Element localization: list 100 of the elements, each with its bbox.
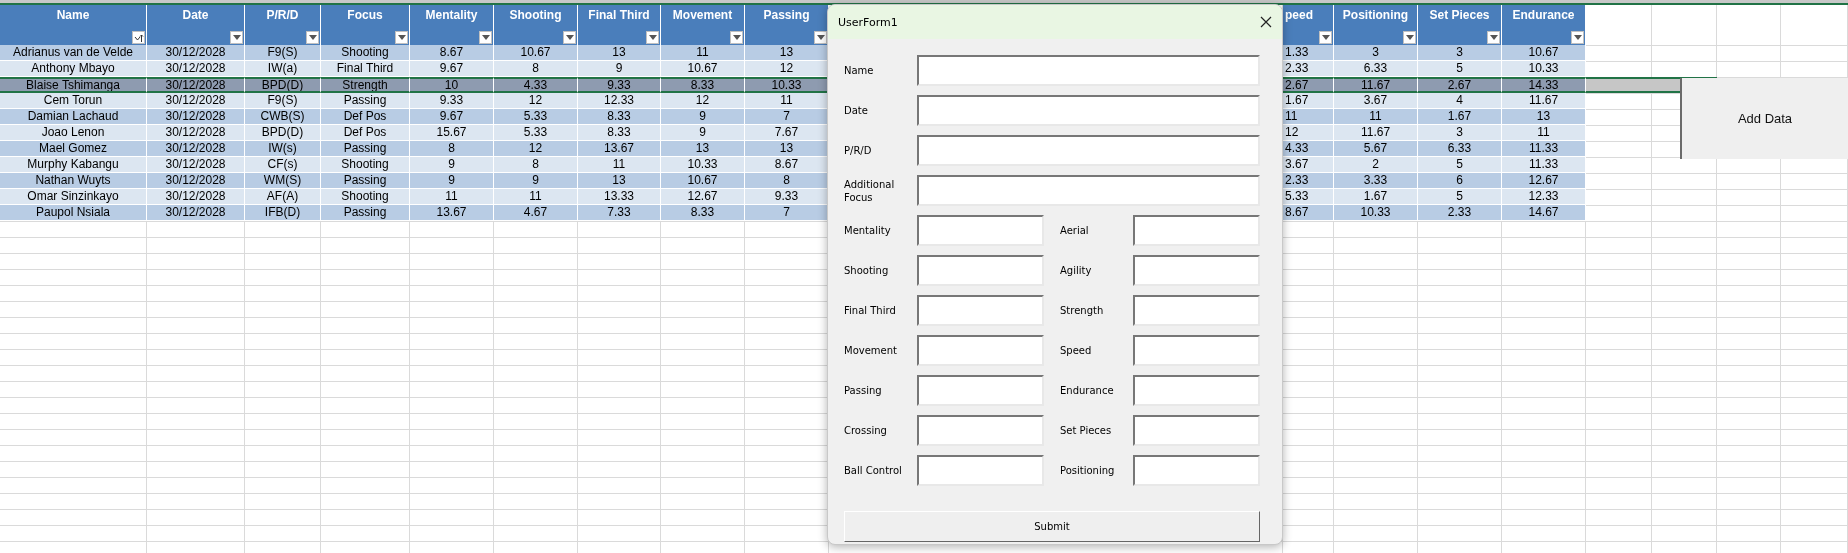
table-cell: 13 [745,141,829,157]
filter-dropdown-icon[interactable] [563,31,576,44]
filter-dropdown-icon[interactable] [230,31,243,44]
field-label: Endurance [1060,384,1115,397]
table-cell: 12.67 [661,189,745,205]
table-cell: IFB(D) [245,205,321,221]
input-field[interactable] [917,455,1044,486]
field-label: Final Third [844,304,897,317]
field-label: Movement [844,344,898,357]
filter-dropdown-icon[interactable] [1571,31,1584,44]
table-cell: 11 [578,157,661,173]
table-cell: 2.67 [1283,77,1334,93]
filter-dropdown-icon[interactable] [479,31,492,44]
input-field[interactable] [917,255,1044,286]
filter-dropdown-icon[interactable] [1403,31,1416,44]
add-data-button[interactable]: Add Data [1680,78,1848,159]
column-header: Set Pieces [1418,5,1502,45]
column-header: Movement [661,5,745,45]
table-cell: Passing [321,205,410,221]
table-cell: Passing [321,93,410,109]
input-field[interactable] [917,95,1260,126]
input-field[interactable] [1133,255,1260,286]
table-cell: 11.33 [1502,141,1586,157]
input-field[interactable] [917,375,1044,406]
table-cell: 8.67 [410,45,494,61]
table-cell: 11 [1502,125,1586,141]
field-label: Mentality [844,224,892,237]
table-cell: 6.33 [1418,141,1502,157]
table-cell: 3.67 [1334,93,1418,109]
submit-button[interactable]: Submit [844,511,1260,542]
input-field[interactable] [1133,295,1260,326]
table-cell: 9 [410,173,494,189]
table-cell: 9 [661,109,745,125]
table-cell: 12.67 [1502,173,1586,189]
field-label: Crossing [844,424,888,437]
input-field[interactable] [917,55,1260,86]
field-label: Strength [1060,304,1105,317]
table-cell: 3.67 [1283,157,1334,173]
table-cell: 6 [1418,173,1502,189]
input-field[interactable] [1133,415,1260,446]
field-label: Additional Focus [844,177,896,204]
table-cell: 13 [1502,109,1586,125]
table-cell: 5 [1418,157,1502,173]
filter-dropdown-icon[interactable] [646,31,659,44]
column-header: Positioning [1334,5,1418,45]
input-field[interactable] [1133,375,1260,406]
table-cell: 13.67 [410,205,494,221]
table-cell: 6.33 [1334,61,1418,77]
table-cell: 30/12/2028 [147,45,245,61]
table-cell: 9.33 [745,189,829,205]
field-label: Date [844,104,869,117]
table-cell: CWB(S) [245,109,321,125]
table-cell: 13 [745,45,829,61]
input-field[interactable] [1133,215,1260,246]
filter-dropdown-icon[interactable] [730,31,743,44]
table-cell: 30/12/2028 [147,157,245,173]
field-label: P/R/D [844,144,873,157]
table-cell: 13 [661,141,745,157]
table-cell: 12 [745,61,829,77]
input-field[interactable] [1133,335,1260,366]
input-field[interactable] [917,215,1044,246]
table-cell: Shooting [321,45,410,61]
table-cell: 4 [1418,93,1502,109]
input-field[interactable] [917,175,1260,206]
table-cell: 11.67 [1334,125,1418,141]
table-cell: 8 [745,173,829,189]
table-cell: 4.67 [494,205,578,221]
table-cell: Cem Torun [0,93,147,109]
filter-dropdown-icon[interactable] [1487,31,1500,44]
table-cell: Murphy Kabangu [0,157,147,173]
table-cell: 12.33 [578,93,661,109]
column-header: peed [1283,5,1334,45]
input-field[interactable] [917,295,1044,326]
filter-dropdown-icon[interactable] [814,31,827,44]
sort-filter-icon[interactable] [132,31,145,44]
table-cell: 12 [494,141,578,157]
table-cell: F9(S) [245,93,321,109]
filter-dropdown-icon[interactable] [306,31,319,44]
input-field[interactable] [917,335,1044,366]
input-field[interactable] [917,415,1044,446]
column-header: Passing [745,5,829,45]
table-cell: Anthony Mbayo [0,61,147,77]
table-cell: CF(s) [245,157,321,173]
table-cell: 11 [410,189,494,205]
table-cell: 5.33 [494,109,578,125]
column-header: P/R/D [245,5,321,45]
close-icon[interactable] [1260,16,1272,28]
table-cell: 8.67 [1283,205,1334,221]
filter-dropdown-icon[interactable] [395,31,408,44]
table-cell: 4.33 [494,77,578,93]
table-cell: WM(S) [245,173,321,189]
filter-dropdown-icon[interactable] [1319,31,1332,44]
table-cell: Strength [321,77,410,93]
table-cell: 11.33 [1502,157,1586,173]
table-cell: 11 [661,45,745,61]
table-cell: 7 [745,205,829,221]
table-cell: 9.67 [410,109,494,125]
table-cell: 5.33 [494,125,578,141]
input-field[interactable] [917,135,1260,166]
input-field[interactable] [1133,455,1260,486]
